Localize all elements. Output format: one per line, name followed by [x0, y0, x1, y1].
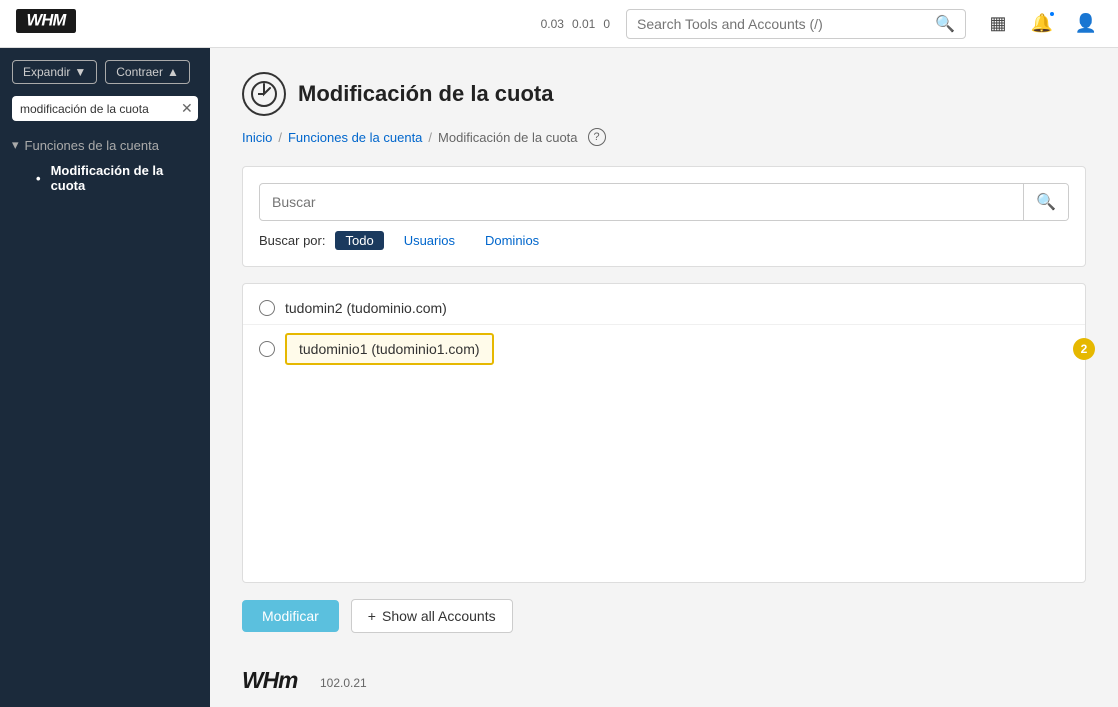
filter-domains[interactable]: Dominios	[475, 231, 549, 250]
account-item-tudomin2[interactable]: tudomin2 (tudominio.com)	[243, 292, 1085, 325]
filter-users[interactable]: Usuarios	[394, 231, 465, 250]
plus-icon: +	[368, 608, 376, 624]
accounts-list: tudomin2 (tudominio.com) tudominio1 (tud…	[242, 283, 1086, 583]
sidebar-section-cuenta: ▾ Funciones de la cuenta Modificación de…	[0, 129, 210, 207]
sidebar: Expandir ▼ Contraer ▲ ✕ ▾ Funciones de l…	[0, 48, 210, 707]
collapse-icon: ▲	[167, 65, 179, 79]
breadcrumb-section[interactable]: Funciones de la cuenta	[288, 130, 422, 145]
sidebar-section-title: Funciones de la cuenta	[25, 138, 159, 153]
expand-label: Expandir	[23, 65, 70, 79]
modify-button[interactable]: Modificar	[242, 600, 339, 632]
breadcrumb: Inicio / Funciones de la cuenta / Modifi…	[242, 128, 1086, 146]
svg-text:WHm: WHm	[242, 667, 298, 693]
footer-version: 102.0.21	[320, 676, 367, 690]
layout: Expandir ▼ Contraer ▲ ✕ ▾ Funciones de l…	[0, 48, 1118, 707]
account-label-tudomin2: tudomin2 (tudominio.com)	[285, 300, 447, 316]
breadcrumb-home[interactable]: Inicio	[242, 130, 272, 145]
search-panel: 🔍 Buscar por: Todo Usuarios Dominios	[242, 166, 1086, 267]
apps-icon: ▦	[989, 13, 1006, 34]
page-icon	[242, 72, 286, 116]
global-search-input[interactable]	[637, 16, 927, 32]
chevron-down-icon: ▾	[12, 137, 19, 153]
user-icon-btn[interactable]: 👤	[1070, 8, 1102, 40]
apps-icon-btn[interactable]: ▦	[982, 8, 1014, 40]
account-search-input[interactable]	[260, 186, 1023, 218]
footer-logo: WHm	[242, 665, 312, 695]
global-search-icon[interactable]: 🔍	[935, 14, 955, 34]
filter-row: Buscar por: Todo Usuarios Dominios	[259, 231, 1069, 250]
topbar: WHM 0.03 0.01 0 🔍 ▦ 🔔 👤	[0, 0, 1118, 48]
notifications-icon-btn[interactable]: 🔔	[1026, 8, 1058, 40]
collapse-button[interactable]: Contraer ▲	[105, 60, 190, 84]
svg-text:WHM: WHM	[27, 11, 68, 29]
main-content: Modificación de la cuota Inicio / Funcio…	[210, 48, 1118, 707]
breadcrumb-current: Modificación de la cuota	[438, 130, 577, 145]
show-accounts-button[interactable]: + Show all Accounts	[351, 599, 513, 633]
help-icon[interactable]: ?	[588, 128, 606, 146]
action-row: Modificar + Show all Accounts	[242, 599, 1086, 633]
user-icon: 👤	[1075, 13, 1097, 34]
whm-logo: WHM	[16, 5, 76, 43]
search-input-row[interactable]: 🔍	[259, 183, 1069, 221]
account-radio-tudomin2[interactable]	[259, 300, 275, 316]
account-radio-tudominio1[interactable]	[259, 341, 275, 357]
sidebar-actions: Expandir ▼ Contraer ▲	[0, 48, 210, 96]
metric-1: 0.03	[541, 17, 564, 31]
expand-button[interactable]: Expandir ▼	[12, 60, 97, 84]
breadcrumb-sep-2: /	[428, 130, 432, 145]
breadcrumb-sep-1: /	[278, 130, 282, 145]
account-item-tudominio1[interactable]: tudominio1 (tudominio1.com) 2	[243, 325, 1085, 373]
notification-badge	[1048, 10, 1056, 18]
sidebar-item-label: Modificación de la cuota	[51, 163, 186, 193]
filter-label: Buscar por:	[259, 233, 325, 248]
sidebar-search[interactable]: ✕	[12, 96, 198, 121]
footer: WHm 102.0.21	[242, 665, 1086, 695]
metric-3: 0	[603, 17, 610, 31]
sidebar-item-modificacion[interactable]: Modificación de la cuota	[12, 157, 198, 199]
page-title: Modificación de la cuota	[298, 81, 553, 107]
topbar-metrics: 0.03 0.01 0	[541, 17, 610, 31]
account-label-tudominio1: tudominio1 (tudominio1.com)	[285, 333, 494, 365]
page-header: Modificación de la cuota	[242, 72, 1086, 116]
sidebar-section-header-cuenta[interactable]: ▾ Funciones de la cuenta	[12, 137, 198, 153]
filter-all[interactable]: Todo	[335, 231, 383, 250]
global-search-bar[interactable]: 🔍	[626, 9, 966, 39]
sidebar-search-input[interactable]	[20, 102, 175, 116]
step-badge: 2	[1073, 338, 1095, 360]
collapse-label: Contraer	[116, 65, 163, 79]
expand-icon: ▼	[74, 65, 86, 79]
account-search-btn[interactable]: 🔍	[1023, 184, 1068, 220]
topbar-icons: ▦ 🔔 👤	[982, 8, 1102, 40]
show-accounts-label: Show all Accounts	[382, 608, 496, 624]
sidebar-search-clear[interactable]: ✕	[181, 100, 193, 117]
metric-2: 0.01	[572, 17, 595, 31]
